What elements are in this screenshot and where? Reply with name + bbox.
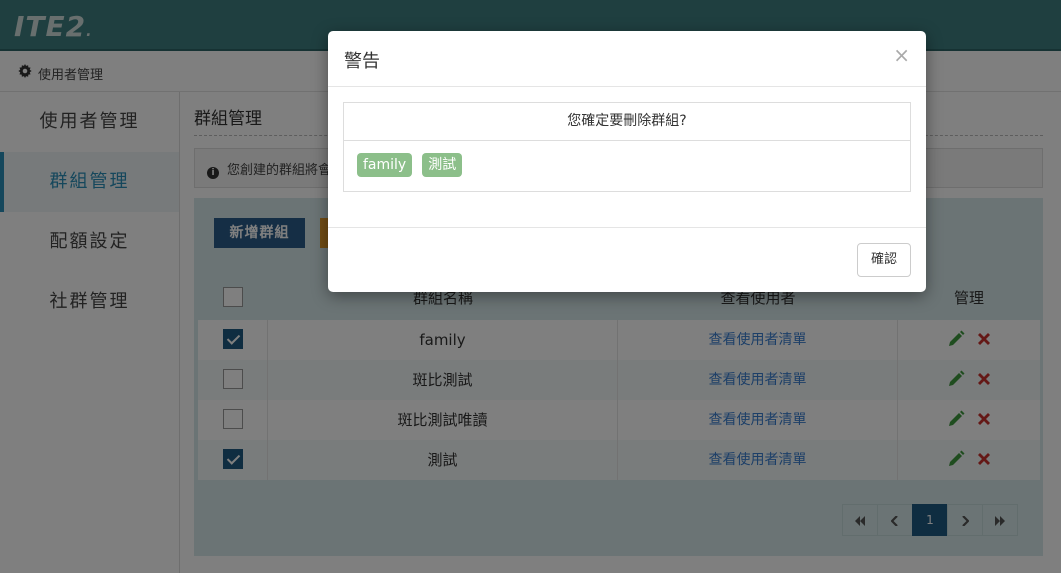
group-tag: family bbox=[357, 153, 413, 177]
tag-list: family 測試 bbox=[344, 141, 910, 189]
confirm-button[interactable]: 確認 bbox=[857, 243, 911, 277]
dialog-header: 警告 × bbox=[328, 31, 926, 87]
dialog-title: 警告 bbox=[344, 51, 380, 72]
confirm-panel: 您確定要刪除群組? family 測試 bbox=[343, 102, 911, 192]
warning-dialog: 警告 × 您確定要刪除群組? family 測試 確認 bbox=[328, 31, 926, 292]
close-icon[interactable]: × bbox=[893, 45, 910, 65]
dialog-footer: 確認 bbox=[328, 227, 926, 292]
group-tag: 測試 bbox=[422, 153, 463, 177]
confirm-question: 您確定要刪除群組? bbox=[344, 103, 910, 141]
